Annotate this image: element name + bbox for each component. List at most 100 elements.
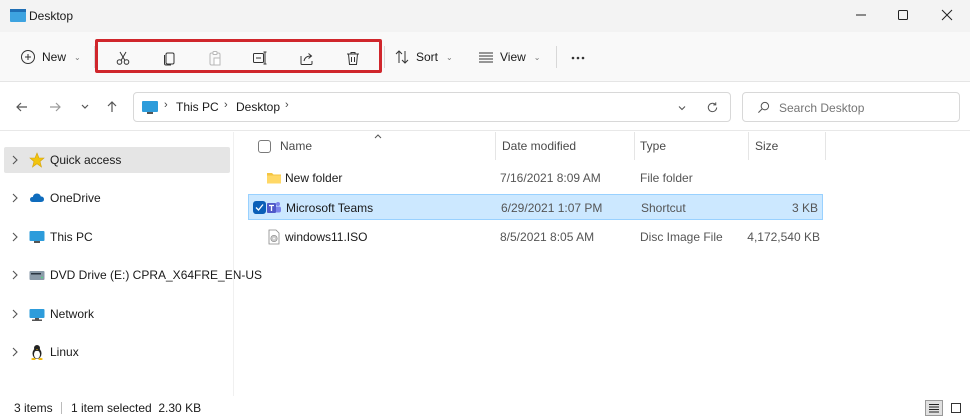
search-icon — [758, 101, 770, 113]
chevron-right-icon[interactable] — [10, 269, 20, 281]
sidebar-item-onedrive[interactable]: OneDrive — [0, 185, 232, 211]
minimize-icon — [856, 14, 866, 16]
select-all-checkbox[interactable] — [258, 140, 271, 153]
breadcrumb-separator: › — [164, 99, 168, 111]
file-size: 4,172,540 KB — [747, 230, 820, 244]
sort-button[interactable]: Sort ⌄ — [394, 44, 453, 70]
sidebar-item-this-pc[interactable]: This PC — [0, 224, 232, 250]
chevron-down-icon: ⌄ — [74, 52, 81, 62]
selection-info: 1 item selected 2.30 KB — [71, 401, 202, 415]
column-divider[interactable] — [825, 132, 826, 160]
address-bar[interactable]: › This PC › Desktop › — [133, 92, 731, 122]
refresh-icon[interactable] — [706, 101, 719, 114]
close-button[interactable] — [924, 0, 970, 30]
status-bar: 3 items 1 item selected 2.30 KB — [0, 396, 970, 420]
column-header-type[interactable]: Type — [640, 139, 666, 163]
title-bar: Desktop — [0, 0, 970, 32]
file-list: Name Date modified Type Size New folder … — [246, 132, 970, 396]
breadcrumb-desktop[interactable]: Desktop — [236, 100, 280, 114]
maximize-button[interactable] — [880, 0, 926, 30]
file-type: Shortcut — [641, 201, 686, 215]
column-header-name[interactable]: Name — [280, 139, 312, 163]
recent-locations-button[interactable] — [75, 99, 95, 115]
details-view-toggle[interactable] — [925, 400, 943, 416]
chevron-down-icon: ⌄ — [446, 52, 453, 62]
sidebar-item-dvd-drive[interactable]: DVD Drive (E:) CPRA_X64FRE_EN-US — [0, 262, 262, 288]
computer-icon — [142, 101, 158, 114]
cloud-icon — [30, 193, 44, 202]
sidebar-item-quick-access[interactable]: Quick access — [4, 147, 230, 173]
column-header-size[interactable]: Size — [755, 139, 778, 163]
sort-icon — [395, 50, 409, 64]
file-type: File folder — [640, 171, 693, 185]
sidebar-item-linux[interactable]: Linux — [0, 339, 232, 365]
breadcrumb-separator: › — [285, 99, 289, 111]
new-label: New — [42, 50, 67, 64]
sidebar-item-label: DVD Drive (E:) CPRA_X64FRE_EN-US — [50, 268, 263, 282]
more-icon — [571, 56, 585, 60]
sidebar-item-network[interactable]: Network — [0, 301, 232, 327]
disc-image-icon — [268, 229, 280, 245]
plus-circle-icon — [21, 50, 35, 64]
pane-divider[interactable] — [233, 132, 234, 396]
column-divider[interactable] — [495, 132, 496, 160]
sidebar-item-label: Linux — [50, 345, 79, 359]
chevron-down-icon[interactable] — [676, 102, 688, 114]
chevron-right-icon[interactable] — [10, 346, 20, 358]
chevron-down-icon — [81, 104, 89, 109]
file-date: 7/16/2021 8:09 AM — [500, 171, 601, 185]
column-divider[interactable] — [634, 132, 635, 160]
teams-icon — [267, 202, 281, 213]
sidebar-item-label: This PC — [50, 230, 93, 244]
toolbar-divider — [556, 46, 557, 68]
close-icon — [941, 9, 953, 21]
star-icon — [29, 152, 45, 168]
navigation-pane: Quick access OneDrive This PC DVD Drive … — [0, 132, 262, 396]
clipboard-actions-highlight — [95, 39, 382, 73]
file-size: 3 KB — [791, 201, 818, 215]
view-list-icon — [479, 52, 493, 63]
tiles-view-icon — [951, 403, 961, 413]
linux-icon — [31, 345, 43, 360]
row-checkbox[interactable] — [253, 201, 266, 214]
breadcrumb-separator: › — [224, 99, 228, 111]
network-icon — [29, 309, 45, 321]
breadcrumb-this-pc[interactable]: This PC — [176, 100, 219, 114]
search-box[interactable] — [742, 92, 960, 122]
view-button[interactable]: View ⌄ — [478, 44, 541, 70]
up-button[interactable] — [102, 99, 122, 115]
more-options-button[interactable] — [568, 48, 588, 68]
file-row[interactable]: windows11.ISO 8/5/2021 8:05 AM Disc Imag… — [246, 224, 824, 250]
file-name: Microsoft Teams — [286, 201, 374, 215]
search-input[interactable] — [779, 99, 949, 117]
window-title: Desktop — [29, 9, 74, 23]
new-button[interactable]: New ⌄ — [20, 44, 81, 70]
forward-button[interactable] — [45, 99, 65, 115]
toolbar-divider — [384, 46, 385, 68]
arrow-right-icon — [50, 102, 61, 112]
folder-icon — [267, 173, 281, 184]
details-view-icon — [929, 404, 939, 413]
sort-ascending-icon — [374, 134, 382, 139]
file-row[interactable]: New folder 7/16/2021 8:09 AM File folder — [246, 165, 824, 191]
file-type: Disc Image File — [640, 230, 723, 244]
chevron-right-icon[interactable] — [10, 192, 20, 204]
arrow-up-icon — [107, 101, 117, 112]
back-button[interactable] — [12, 99, 32, 115]
column-divider[interactable] — [748, 132, 749, 160]
file-row-selected[interactable]: Microsoft Teams 6/29/2021 1:07 PM Shortc… — [248, 194, 823, 220]
chevron-right-icon[interactable] — [10, 308, 20, 320]
column-header-date[interactable]: Date modified — [502, 139, 576, 163]
status-divider — [61, 402, 62, 414]
chevron-right-icon[interactable] — [10, 231, 20, 243]
navigation-bar: › This PC › Desktop › — [0, 83, 970, 131]
chevron-right-icon[interactable] — [10, 154, 20, 166]
tiles-view-toggle[interactable] — [947, 400, 965, 416]
minimize-button[interactable] — [838, 0, 884, 30]
sidebar-item-label: Quick access — [50, 153, 122, 167]
file-name: windows11.ISO — [285, 230, 368, 244]
file-name: New folder — [285, 171, 343, 185]
dvd-icon — [29, 271, 45, 280]
file-date: 6/29/2021 1:07 PM — [501, 201, 603, 215]
maximize-icon — [898, 10, 908, 20]
